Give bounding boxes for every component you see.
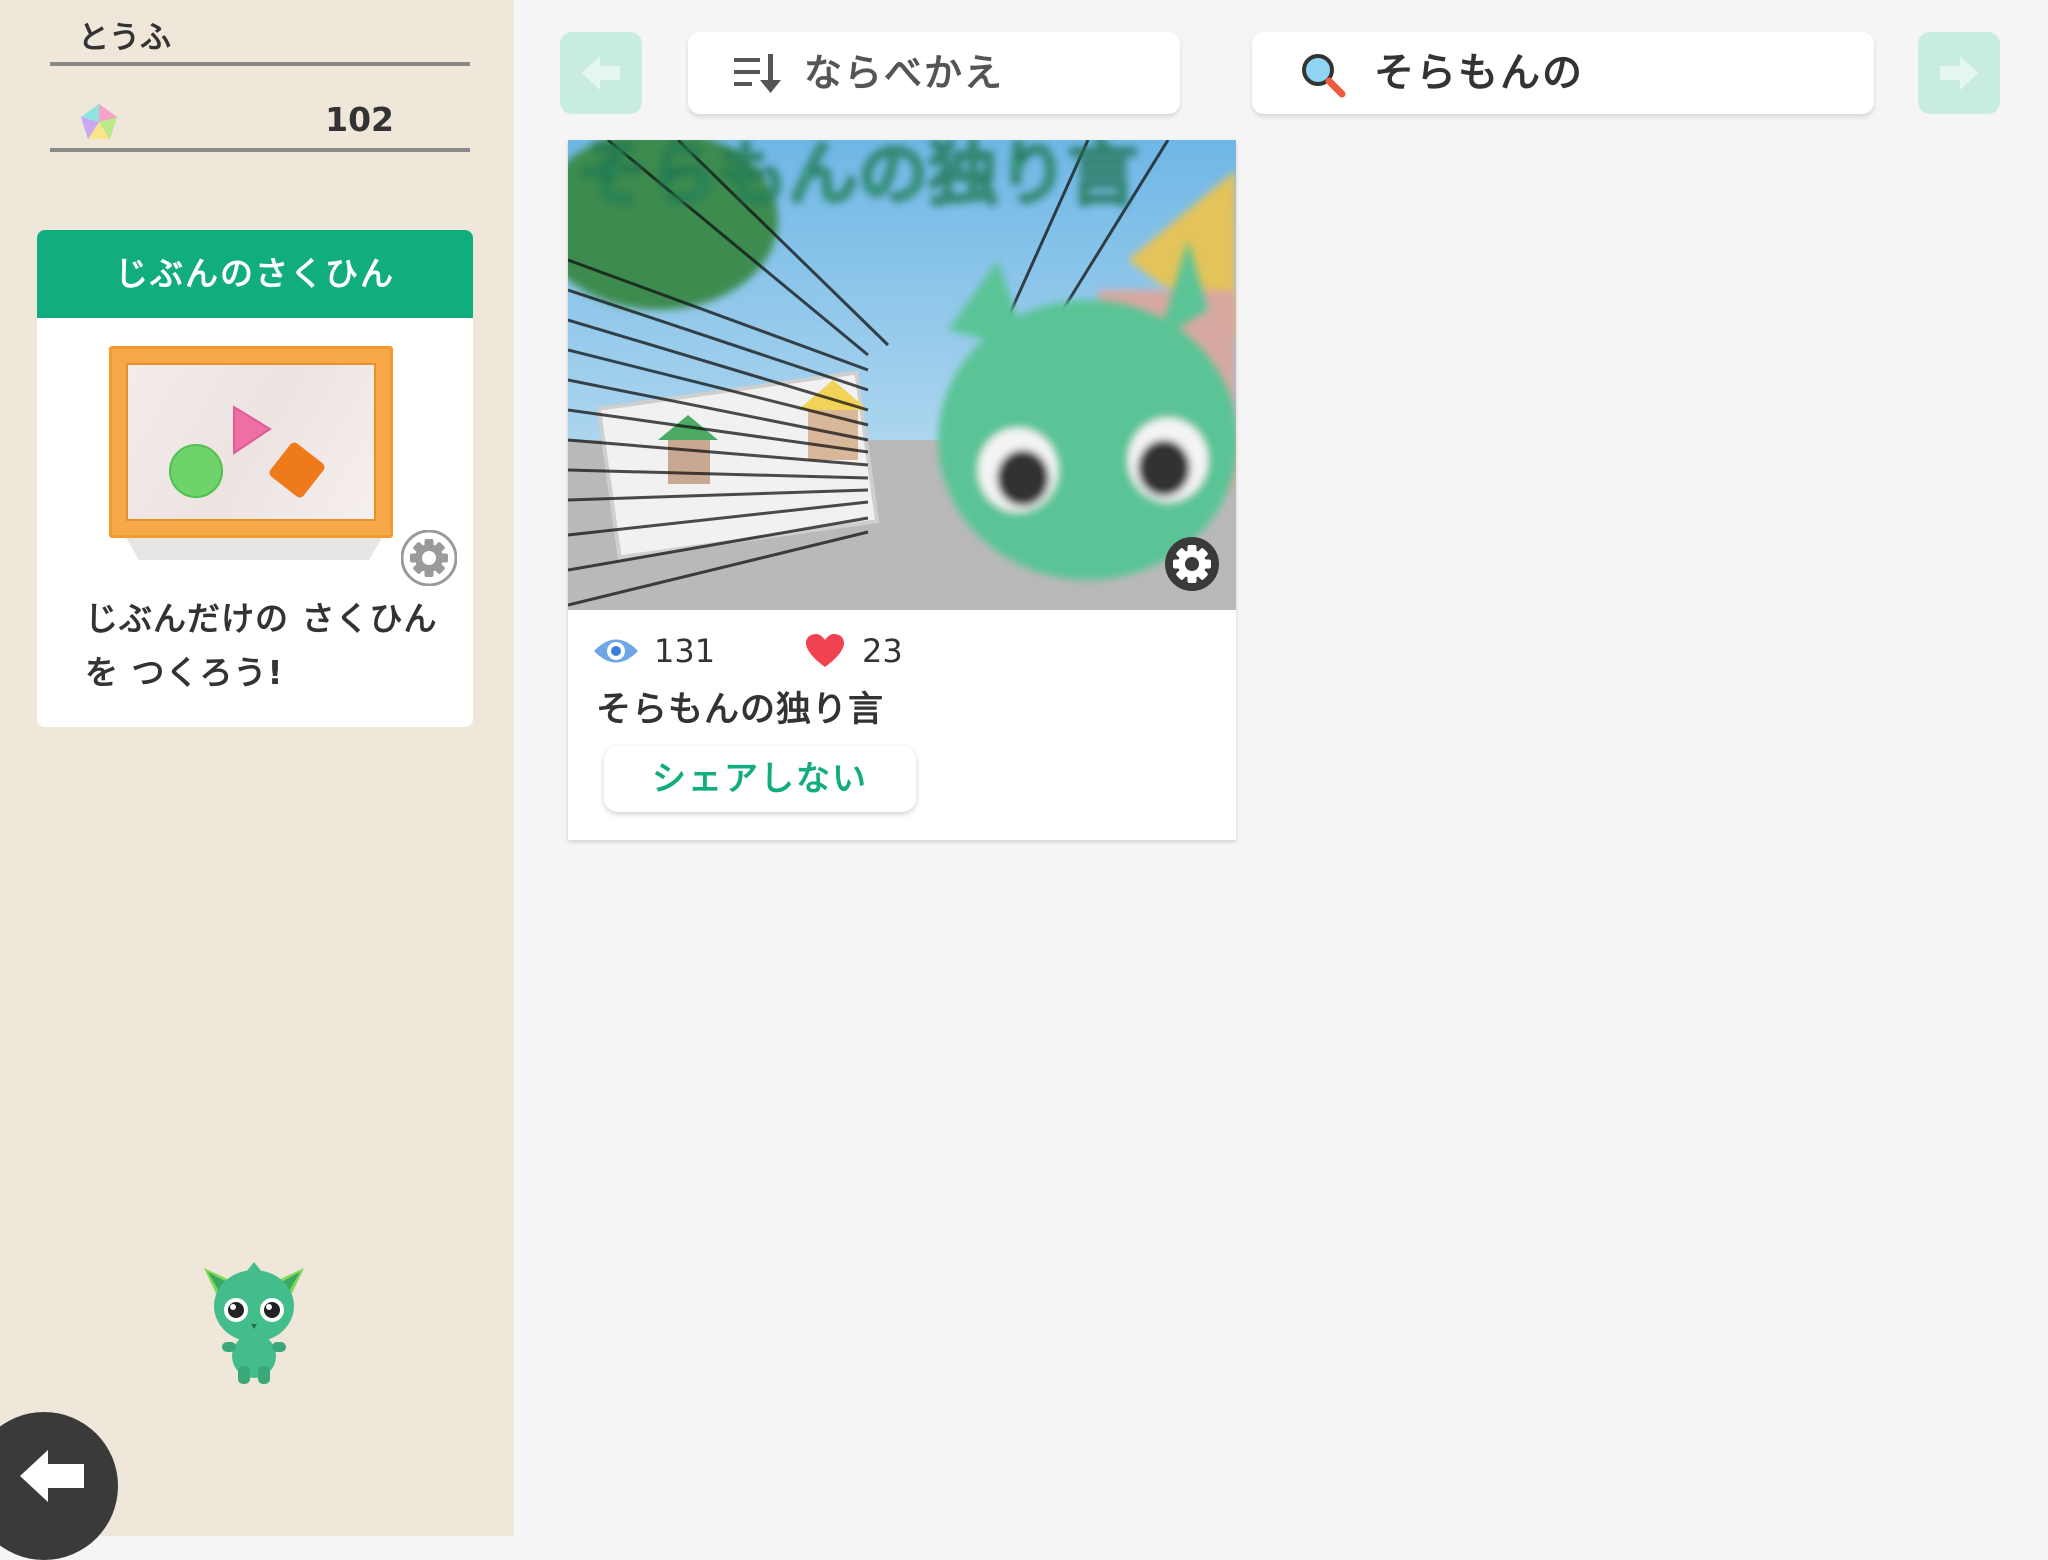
heart-icon (806, 634, 844, 667)
like-count: 23 (862, 632, 903, 670)
sort-label: ならべかえ (804, 51, 1005, 95)
search-input[interactable]: そらもんの (1252, 32, 1874, 114)
settings-gear-icon[interactable] (401, 530, 457, 586)
sidebar: とうふ 102 じぶんのさくひん じぶんだけの さくひんを つくろう! (0, 0, 514, 1560)
my-works-header: じぶんのさくひん (37, 230, 473, 318)
back-arrow-icon (20, 1450, 84, 1502)
picture-frame-illustration (109, 346, 399, 574)
svg-text:そらもんの独り言: そらもんの独り言 (578, 140, 1138, 215)
arrow-right-icon (1940, 56, 1978, 90)
work-title: そらもんの独り言 (596, 690, 885, 730)
my-works-description: じぶんだけの さくひんを つくろう! (85, 599, 438, 692)
shapes-icon (169, 405, 325, 498)
thumbnail-illustration: そらもんの独り言 (568, 140, 1236, 610)
next-page-button[interactable] (1918, 32, 2000, 114)
sort-icon (734, 54, 781, 93)
frame-canvas (126, 363, 376, 521)
arrow-left-icon (582, 56, 620, 90)
work-stats: 131 23 (592, 626, 1212, 676)
my-works-card[interactable]: じぶんのさくひん じぶんだけの さくひんを つくろう! (37, 230, 473, 727)
share-toggle-button[interactable]: シェアしない (604, 746, 916, 812)
mascot-character (204, 1262, 304, 1384)
back-button[interactable] (0, 1412, 118, 1560)
eye-icon (594, 639, 638, 663)
prev-page-button[interactable] (560, 32, 642, 114)
work-card[interactable]: そらもんの独り言 131 23 そらもんの独り言 シェアしない (568, 140, 1236, 840)
rainbow-gem-icon (81, 104, 117, 139)
user-name: とうふ (50, 14, 470, 66)
view-count: 131 (654, 632, 716, 670)
sort-button[interactable]: ならべかえ (688, 32, 1180, 114)
settings-gear-icon[interactable] (1164, 536, 1220, 592)
points-value: 102 (325, 100, 394, 139)
points-row: 102 (50, 92, 470, 152)
search-value: そらもんの (1374, 50, 1584, 96)
search-icon (1302, 54, 1346, 98)
work-thumbnail[interactable]: そらもんの独り言 (568, 140, 1236, 610)
picture-frame (109, 346, 393, 538)
